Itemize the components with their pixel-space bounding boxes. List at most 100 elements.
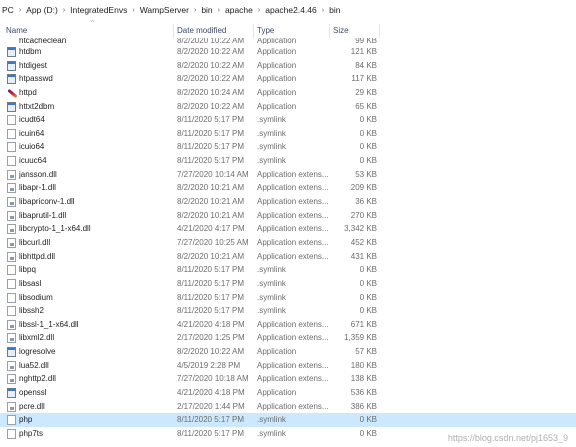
file-date: 8/2/2020 10:22 AM bbox=[177, 74, 245, 84]
file-type: Application extens... bbox=[257, 197, 329, 207]
file-date: 8/11/2020 5:17 PM bbox=[177, 115, 245, 125]
file-name: libsasl bbox=[19, 278, 42, 288]
file-date: 8/11/2020 5:17 PM bbox=[177, 292, 245, 302]
file-size: 138 KB bbox=[350, 374, 377, 384]
file-row[interactable]: openssl 4/21/2020 4:18 PM Application 536 K… bbox=[0, 386, 576, 400]
breadcrumb-item[interactable]: bin bbox=[329, 5, 340, 15]
file-size: 0 KB bbox=[359, 415, 377, 425]
chevron-right-icon: › bbox=[132, 6, 135, 14]
breadcrumb-item[interactable]: apache bbox=[225, 5, 253, 15]
column-headers: Name ^ Date modified Type Size bbox=[0, 20, 576, 38]
chevron-right-icon: › bbox=[321, 6, 325, 14]
file-row[interactable]: pcre.dll 2/17/2020 1:44 PM Application ext… bbox=[0, 400, 576, 414]
file-type: .symlink bbox=[257, 115, 286, 125]
file-size: 431 KB bbox=[350, 251, 377, 261]
file-row[interactable]: libssl-1_1-x64.dll 4/21/2020 4:18 PM Appli… bbox=[0, 318, 576, 332]
file-date: 8/11/2020 5:17 PM bbox=[177, 156, 245, 166]
file-row[interactable]: libapriconv-1.dll 8/2/2020 10:21 AM Applic… bbox=[0, 195, 576, 209]
file-size: 452 KB bbox=[350, 237, 377, 247]
file-name: jansson.dll bbox=[19, 169, 57, 179]
file-name: icudt64 bbox=[19, 115, 45, 125]
file-date: 8/11/2020 5:17 PM bbox=[177, 278, 245, 288]
file-name: libaprutil-1.dll bbox=[19, 210, 67, 220]
file-type: Application extens... bbox=[257, 333, 329, 343]
file-row[interactable]: icuuc64 8/11/2020 5:17 PM .symlink 0 KB bbox=[0, 154, 576, 168]
file-row[interactable]: libapr-1.dll 8/2/2020 10:21 AM Application… bbox=[0, 181, 576, 195]
file-row[interactable]: htdbm 8/2/2020 10:22 AM Application 121 KB bbox=[0, 45, 576, 59]
file-size: 180 KB bbox=[350, 360, 377, 370]
file-row[interactable]: libsasl 8/11/2020 5:17 PM .symlink 0 KB bbox=[0, 277, 576, 291]
file-name: php bbox=[19, 415, 33, 425]
file-row[interactable]: libpq 8/11/2020 5:17 PM .symlink 0 KB bbox=[0, 263, 576, 277]
dll-icon bbox=[7, 224, 16, 235]
file-size: 0 KB bbox=[359, 306, 377, 316]
file-row[interactable]: logresolve 8/2/2020 10:22 AM Application 57… bbox=[0, 345, 576, 359]
file-size: 121 KB bbox=[350, 47, 377, 56]
file-date: 8/2/2020 10:21 AM bbox=[177, 251, 245, 261]
file-type: Application extens... bbox=[257, 319, 329, 329]
file-size: 270 KB bbox=[350, 210, 377, 220]
file-row[interactable]: htdigest 8/2/2020 10:22 AM Application 84 K… bbox=[0, 59, 576, 73]
file-size: 3,342 KB bbox=[344, 224, 377, 234]
file-row[interactable]: lua52.dll 4/5/2019 2:28 PM Application ext… bbox=[0, 359, 576, 373]
file-name: logresolve bbox=[19, 347, 56, 357]
file-type: Application bbox=[257, 47, 297, 56]
file-row[interactable]: htpasswd 8/2/2020 10:22 AM Application 117 … bbox=[0, 72, 576, 86]
dll-icon bbox=[7, 197, 16, 208]
file-date: 8/11/2020 5:17 PM bbox=[177, 415, 245, 425]
file-name: htdigest bbox=[19, 60, 48, 70]
file-size: 0 KB bbox=[359, 278, 377, 288]
file-icon bbox=[7, 115, 16, 126]
breadcrumb-item[interactable]: WampServer bbox=[140, 5, 189, 15]
file-row[interactable]: httxt2dbm 8/2/2020 10:22 AM Application 65 … bbox=[0, 100, 576, 114]
file-row[interactable]: httpd 8/2/2020 10:24 AM Application 29 KB bbox=[0, 86, 576, 100]
file-row[interactable]: libsodium 8/11/2020 5:17 PM .symlink 0 KB bbox=[0, 291, 576, 305]
column-header-date[interactable]: Date modified bbox=[174, 24, 254, 38]
breadcrumb-item[interactable]: PC bbox=[2, 5, 14, 15]
breadcrumb[interactable]: PC › App (D:) › IntegratedEnvs › WampServer › bi… bbox=[0, 0, 576, 20]
file-icon bbox=[7, 415, 16, 426]
breadcrumb-item[interactable]: IntegratedEnvs bbox=[70, 5, 127, 15]
file-name: pcre.dll bbox=[19, 401, 45, 411]
file-row[interactable]: libaprutil-1.dll 8/2/2020 10:21 AM Applica… bbox=[0, 209, 576, 223]
file-size: 99 KB bbox=[355, 38, 377, 44]
file-row[interactable]: icuin64 8/11/2020 5:17 PM .symlink 0 KB bbox=[0, 127, 576, 141]
column-header-size[interactable]: Size bbox=[330, 24, 380, 38]
file-date: 8/11/2020 5:17 PM bbox=[177, 265, 245, 275]
file-row[interactable]: libcrypto-1_1-x64.dll 4/21/2020 4:17 PM Ap… bbox=[0, 222, 576, 236]
column-header-name[interactable]: Name ^ bbox=[3, 20, 174, 38]
app-icon bbox=[7, 388, 16, 399]
file-row[interactable]: icudt64 8/11/2020 5:17 PM .symlink 0 KB bbox=[0, 113, 576, 127]
file-row[interactable]: icuio64 8/11/2020 5:17 PM .symlink 0 KB bbox=[0, 140, 576, 154]
dll-icon bbox=[7, 169, 16, 180]
file-name: libssl-1_1-x64.dll bbox=[19, 319, 79, 329]
dll-icon bbox=[7, 360, 16, 371]
chevron-right-icon: › bbox=[18, 6, 22, 14]
file-row[interactable]: jansson.dll 7/27/2020 10:14 AM Application… bbox=[0, 168, 576, 182]
file-row[interactable]: libxml2.dll 2/17/2020 1:25 PM Application … bbox=[0, 331, 576, 345]
dll-icon bbox=[7, 333, 16, 344]
file-row[interactable]: nghttp2.dll 7/27/2020 10:18 AM Application… bbox=[0, 372, 576, 386]
breadcrumb-item[interactable]: App (D:) bbox=[26, 5, 58, 15]
file-list[interactable]: htcacheclean 8/2/2020 10:22 AM Application… bbox=[0, 38, 576, 447]
file-size: 0 KB bbox=[359, 292, 377, 302]
file-icon bbox=[7, 156, 16, 167]
file-date: 8/2/2020 10:21 AM bbox=[177, 197, 245, 207]
file-type: .symlink bbox=[257, 265, 286, 275]
file-size: 0 KB bbox=[359, 156, 377, 166]
breadcrumb-item[interactable]: bin bbox=[201, 5, 212, 15]
file-date: 8/2/2020 10:22 AM bbox=[177, 101, 245, 111]
file-type: Application extens... bbox=[257, 360, 329, 370]
file-row[interactable]: libssh2 8/11/2020 5:17 PM .symlink 0 KB bbox=[0, 304, 576, 318]
file-row[interactable]: php 8/11/2020 5:17 PM .symlink 0 KB bbox=[0, 413, 576, 427]
breadcrumb-item[interactable]: apache2.4.46 bbox=[265, 5, 317, 15]
file-size: 1,359 KB bbox=[344, 333, 377, 343]
file-row[interactable]: libhttpd.dll 8/2/2020 10:21 AM Application… bbox=[0, 250, 576, 264]
column-header-type[interactable]: Type bbox=[254, 24, 330, 38]
file-name: htdbm bbox=[19, 47, 42, 56]
file-row[interactable]: htcacheclean 8/2/2020 10:22 AM Application… bbox=[0, 38, 576, 45]
file-row[interactable]: libcurl.dll 7/27/2020 10:25 AM Application… bbox=[0, 236, 576, 250]
file-name: libhttpd.dll bbox=[19, 251, 56, 261]
dll-icon bbox=[7, 319, 16, 330]
app-icon bbox=[7, 101, 16, 112]
